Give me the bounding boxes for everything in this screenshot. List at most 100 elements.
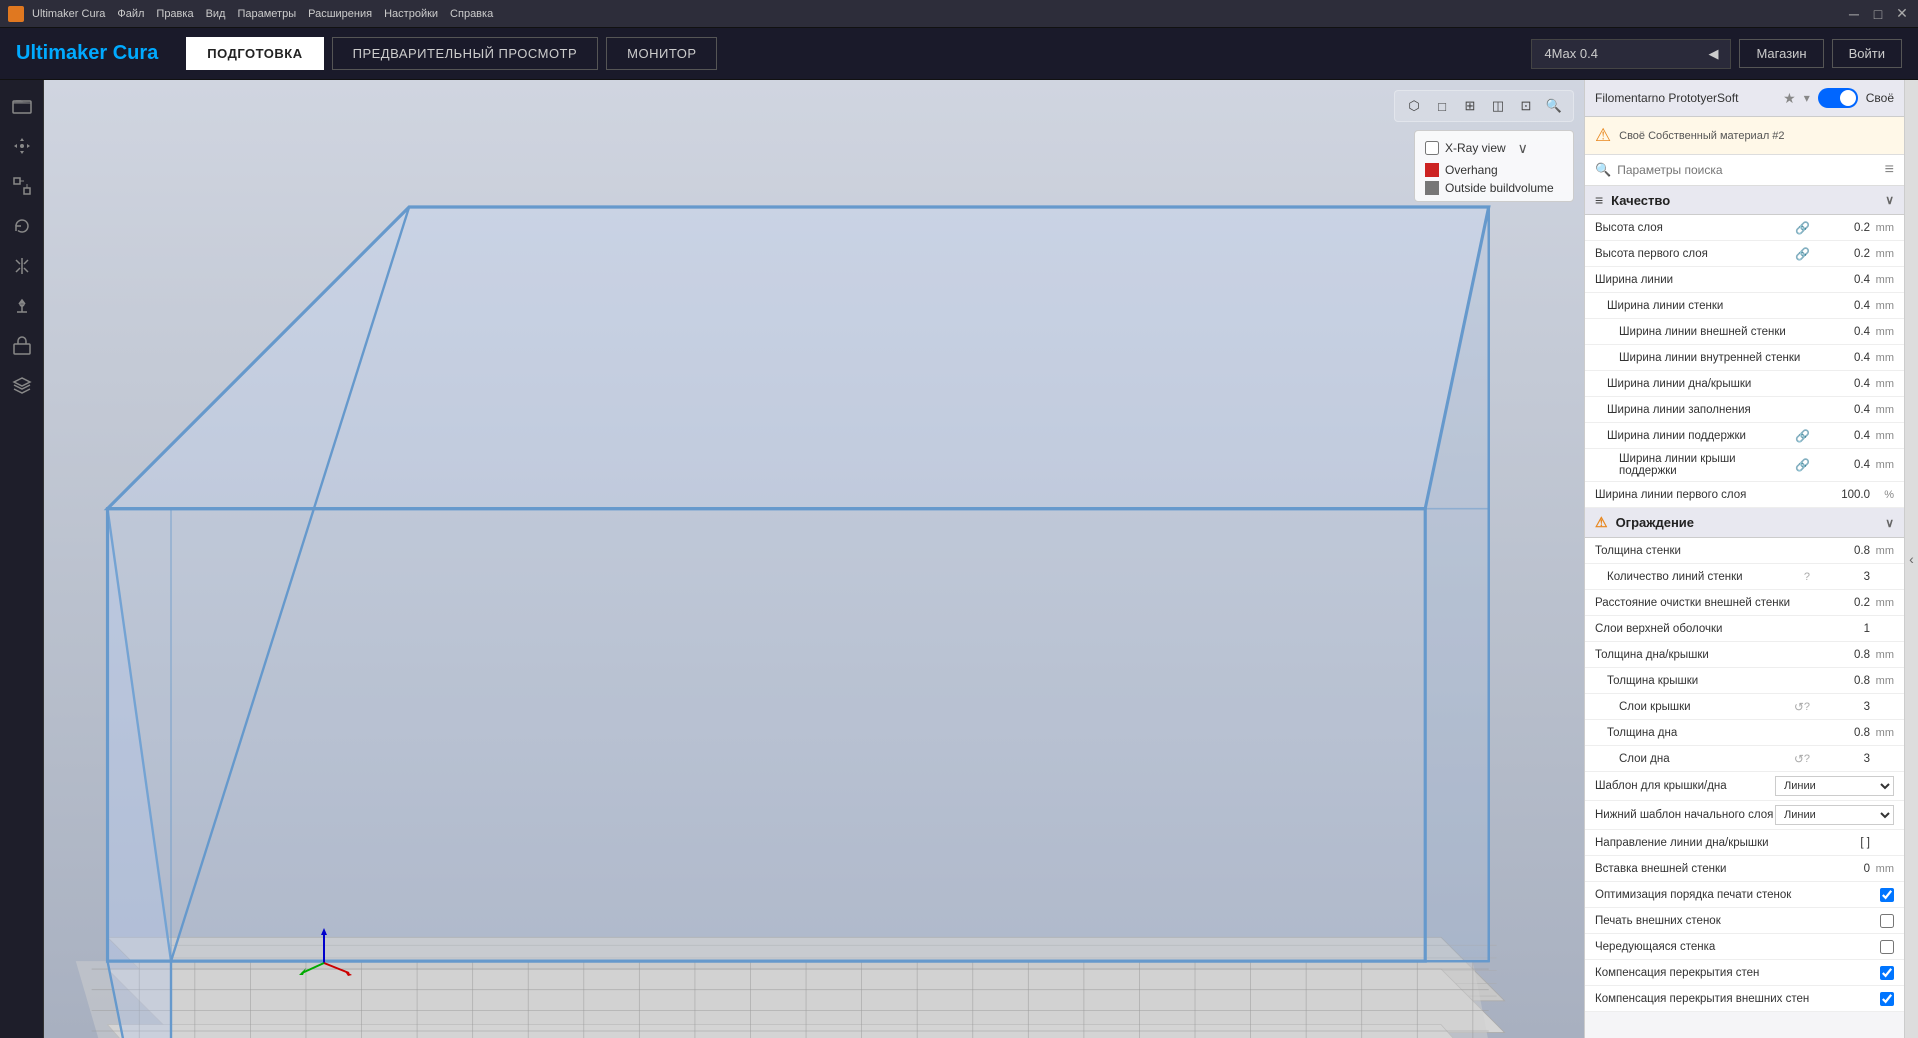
material-favorite-icon[interactable]: ★ xyxy=(1783,90,1796,107)
outer-wall-line-width-input[interactable] xyxy=(1810,326,1870,338)
login-button[interactable]: Войти xyxy=(1832,39,1902,68)
print-outer-walls-checkbox[interactable] xyxy=(1880,914,1894,928)
monitor-tab[interactable]: МОНИТОР xyxy=(606,37,717,70)
top-layers-label: Слои верхней оболочки xyxy=(1595,623,1810,635)
folder-icon xyxy=(12,96,32,116)
settings-menu-icon[interactable]: ≡ xyxy=(1885,161,1894,179)
top-bottom-direction-row: Направление линии дна/крышки xyxy=(1585,830,1904,856)
zoom-icon[interactable]: 🔍 xyxy=(1543,95,1565,117)
walls-section-label: Ограждение xyxy=(1616,515,1694,530)
open-folder-button[interactable] xyxy=(4,88,40,124)
top-bottom-line-width-input[interactable] xyxy=(1810,378,1870,390)
per-model-settings-button[interactable] xyxy=(4,328,40,364)
menu-view[interactable]: Вид xyxy=(206,8,226,20)
alternating-wall-checkbox[interactable] xyxy=(1880,940,1894,954)
outer-wall-inset-input[interactable] xyxy=(1810,863,1870,875)
material-toggle[interactable] xyxy=(1818,88,1858,108)
printer-selector[interactable]: 4Max 0.4 ◀ xyxy=(1531,39,1731,69)
top-layers-reset-icon[interactable]: ↺ xyxy=(1794,700,1804,714)
side-view-icon[interactable]: ◫ xyxy=(1487,95,1509,117)
xray-checkbox[interactable] xyxy=(1425,141,1439,155)
right-panel: Filomentarno PrototyerSoft ★ ▾ Своё ⚠ Св… xyxy=(1584,80,1904,1038)
scale-tool-button[interactable] xyxy=(4,168,40,204)
walls-section-header[interactable]: ⚠ Ограждение ∨ xyxy=(1585,508,1904,538)
infill-unit: mm xyxy=(1870,404,1894,416)
outer-wall-wipe-input[interactable] xyxy=(1810,597,1870,609)
support-line-link-icon[interactable]: 🔗 xyxy=(1795,429,1810,443)
support-line-width-input[interactable] xyxy=(1810,430,1870,442)
top-layers-count-input[interactable] xyxy=(1810,701,1870,713)
prepare-tab[interactable]: ПОДГОТОВКА xyxy=(186,37,323,70)
menu-settings[interactable]: Настройки xyxy=(384,8,438,20)
layer-height-input[interactable] xyxy=(1810,222,1870,234)
settings-search-input[interactable] xyxy=(1617,163,1878,177)
shop-button[interactable]: Магазин xyxy=(1739,39,1823,68)
layer-height-link-icon[interactable]: 🔗 xyxy=(1795,221,1810,235)
right-panel-collapse-button[interactable]: ‹ xyxy=(1904,80,1918,1038)
wall-thickness-input[interactable] xyxy=(1810,545,1870,557)
fit-view-icon[interactable]: ⊡ xyxy=(1515,95,1537,117)
top-layers-input[interactable] xyxy=(1810,623,1870,635)
maximize-button[interactable]: □ xyxy=(1870,6,1886,22)
wall-overlap-compensation-checkbox[interactable] xyxy=(1880,966,1894,980)
preview-tab[interactable]: ПРЕДВАРИТЕЛЬНЫЙ ПРОСМОТР xyxy=(332,37,599,70)
printer-name: 4Max 0.4 xyxy=(1544,46,1597,61)
front-view-icon[interactable]: □ xyxy=(1431,95,1453,117)
menu-params[interactable]: Параметры xyxy=(237,8,296,20)
support-line-width-label: Ширина линии поддержки xyxy=(1595,430,1791,442)
wall-line-width-row: Ширина линии стенки mm xyxy=(1585,293,1904,319)
print-outer-walls-row: Печать внешних стенок xyxy=(1585,908,1904,934)
mirror-tool-button[interactable] xyxy=(4,248,40,284)
top-thickness-input[interactable] xyxy=(1810,675,1870,687)
wall-line-count-input[interactable] xyxy=(1810,571,1870,583)
top-view-icon[interactable]: ⊞ xyxy=(1459,95,1481,117)
first-layer-height-input[interactable] xyxy=(1810,248,1870,260)
minimize-button[interactable]: ─ xyxy=(1846,6,1862,22)
menu-help[interactable]: Справка xyxy=(450,8,493,20)
bottom-initial-pattern-row: Нижний шаблон начального слоя Линии Конц… xyxy=(1585,801,1904,830)
bottom-initial-pattern-select[interactable]: Линии Концентрический xyxy=(1775,805,1894,825)
bottom-layers-count-input[interactable] xyxy=(1810,753,1870,765)
inner-wall-line-width-input[interactable] xyxy=(1810,352,1870,364)
top-bottom-thickness-input[interactable] xyxy=(1810,649,1870,661)
xray-label: X-Ray view xyxy=(1445,141,1506,155)
3d-model-svg xyxy=(44,80,1584,1038)
support-tool-button[interactable] xyxy=(4,288,40,324)
bottom-thickness-input[interactable] xyxy=(1810,727,1870,739)
close-button[interactable]: ✕ xyxy=(1894,6,1910,22)
support-roof-line-width-input[interactable] xyxy=(1810,459,1870,471)
support-roof-link-icon[interactable]: 🔗 xyxy=(1795,458,1810,472)
menu-extensions[interactable]: Расширения xyxy=(308,8,372,20)
app-icon xyxy=(8,6,24,22)
logo-ultimaker: Ultimaker xyxy=(16,42,107,64)
outer-wall-overlap-compensation-label: Компенсация перекрытия внешних стен xyxy=(1595,993,1880,1005)
infill-line-width-input[interactable] xyxy=(1810,404,1870,416)
outer-wall-wipe-label: Расстояние очистки внешней стенки xyxy=(1595,597,1810,609)
optimize-wall-order-checkbox[interactable] xyxy=(1880,888,1894,902)
outer-wall-overlap-compensation-checkbox[interactable] xyxy=(1880,992,1894,1006)
optimize-wall-order-row: Оптимизация порядка печати стенок xyxy=(1585,882,1904,908)
perspective-view-icon[interactable]: ⬡ xyxy=(1403,95,1425,117)
first-layer-link-icon[interactable]: 🔗 xyxy=(1795,247,1810,261)
line-width-unit: mm xyxy=(1870,274,1894,286)
wall-thickness-label: Толщина стенки xyxy=(1595,545,1810,557)
move-tool-button[interactable] xyxy=(4,128,40,164)
bottom-layers-reset-icon[interactable]: ↺ xyxy=(1794,752,1804,766)
menu-edit[interactable]: Правка xyxy=(156,8,193,20)
menu-file[interactable]: Файл xyxy=(117,8,144,20)
3d-viewport[interactable]: ⬡ □ ⊞ ◫ ⊡ 🔍 X-Ray view ∨ Overhang Outsid… xyxy=(44,80,1584,1038)
layers-button[interactable] xyxy=(4,368,40,404)
first-layer-unit: mm xyxy=(1870,248,1894,260)
first-layer-line-width-input[interactable] xyxy=(1810,489,1870,501)
wall-line-width-input[interactable] xyxy=(1810,300,1870,312)
layers-icon xyxy=(12,376,32,396)
top-bottom-pattern-select[interactable]: Линии Концентрический xyxy=(1775,776,1894,796)
warning-icon: ⚠ xyxy=(1595,125,1611,146)
quality-section-header[interactable]: ≡ Качество ∨ xyxy=(1585,186,1904,215)
xray-expand-btn[interactable]: ∨ xyxy=(1512,137,1534,159)
rotate-tool-button[interactable] xyxy=(4,208,40,244)
line-width-input[interactable] xyxy=(1810,274,1870,286)
material-dropdown-icon[interactable]: ▾ xyxy=(1804,91,1810,105)
top-bottom-direction-input[interactable] xyxy=(1810,837,1870,849)
settings-panel[interactable]: ≡ Качество ∨ Высота слоя 🔗 mm Высота пер… xyxy=(1585,186,1904,1038)
